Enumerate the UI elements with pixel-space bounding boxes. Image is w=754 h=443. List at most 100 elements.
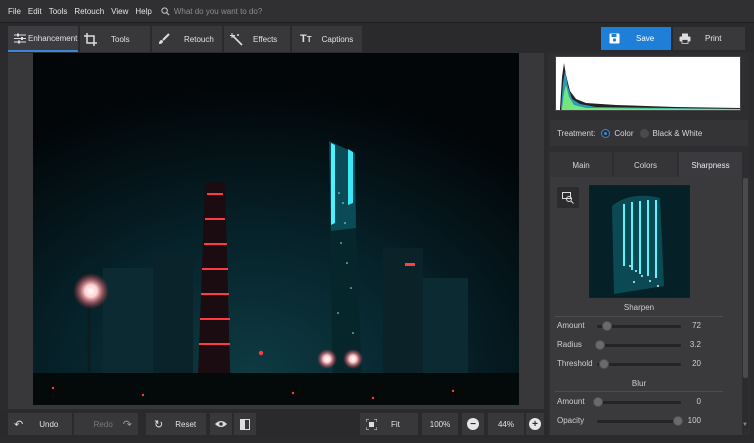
sharpen-amount-handle[interactable] [602, 321, 612, 331]
redo-button[interactable]: Redo ↷ [74, 413, 138, 435]
blur-opacity-slider[interactable]: Opacity 100 [557, 415, 737, 427]
undo-button[interactable]: ↶ Undo [8, 413, 72, 435]
blur-section-title: Blur [631, 379, 647, 388]
sharpen-amount-value: 72 [692, 321, 701, 330]
magic-wand-icon [230, 32, 243, 46]
search-icon [161, 6, 170, 16]
text-icon: TT [300, 33, 312, 45]
brush-icon [159, 33, 170, 44]
sharpen-divider [555, 316, 723, 317]
tab-sharpness[interactable]: Sharpness [679, 152, 742, 178]
tab-effects-label: Effects [253, 34, 278, 44]
treatment-color-radio[interactable] [601, 128, 611, 138]
histogram [555, 56, 741, 111]
undo-icon: ↶ [14, 418, 24, 431]
sharpen-radius-track[interactable] [597, 344, 681, 347]
zoom-level[interactable]: 44% [488, 413, 524, 435]
sharpen-amount-slider[interactable]: Amount 72 [557, 320, 737, 332]
treatment-row: Treatment: Color Black & White [550, 120, 748, 146]
eye-icon [215, 421, 227, 427]
preview-focus-button[interactable] [557, 187, 579, 208]
sliders-icon [14, 33, 26, 43]
tab-main[interactable]: Main [550, 152, 612, 178]
histogram-graph [560, 63, 740, 110]
panel-scrollbar[interactable]: ▼ [742, 178, 748, 428]
blur-amount-label: Amount [557, 397, 585, 406]
toolbar: Enhancement Tools Retouch Effects TT Cap… [0, 22, 754, 52]
preview-toggle-button[interactable] [210, 413, 232, 435]
crop-icon [84, 32, 97, 46]
sharpness-preview [589, 185, 690, 298]
tab-main-label: Main [572, 160, 590, 170]
treatment-label: Treatment: [557, 128, 596, 138]
search-placeholder: What do you want to do? [173, 6, 263, 16]
tab-captions[interactable]: TT Captions [292, 26, 362, 52]
treatment-color-label[interactable]: Color [614, 129, 633, 138]
floppy-disk-icon [609, 33, 620, 44]
blur-opacity-value: 100 [687, 416, 701, 425]
panel-scrollbar-thumb[interactable] [743, 178, 748, 378]
menu-tools[interactable]: Tools [49, 7, 68, 16]
preview-image [590, 186, 689, 297]
sharpen-threshold-slider[interactable]: Threshold 20 [557, 358, 737, 370]
sharpen-threshold-track[interactable] [597, 363, 681, 366]
actual-size-label: 100% [429, 419, 451, 429]
tab-captions-label: Captions [321, 34, 354, 44]
search-box[interactable]: What do you want to do? [161, 6, 263, 16]
blur-amount-slider[interactable]: Amount 0 [557, 396, 737, 408]
fit-button[interactable]: Fit [360, 413, 418, 435]
reset-label: Reset [175, 419, 197, 429]
tab-enhancement[interactable]: Enhancement [8, 26, 78, 52]
sharpen-amount-label: Amount [557, 321, 585, 330]
photo-canvas[interactable] [33, 53, 519, 405]
tab-tools-label: Tools [111, 34, 130, 44]
zoom-out-button[interactable]: − [462, 413, 484, 435]
tab-tools[interactable]: Tools [80, 26, 150, 52]
tab-sharpness-label: Sharpness [691, 160, 730, 170]
actual-size-button[interactable]: 100% [422, 413, 458, 435]
sharpen-threshold-handle[interactable] [599, 359, 609, 369]
treatment-bw-radio[interactable] [639, 128, 649, 138]
blur-divider [555, 391, 723, 392]
sharpen-radius-handle[interactable] [595, 340, 605, 350]
redo-label: Redo [93, 419, 113, 429]
reset-icon: ↻ [154, 418, 164, 431]
menu-help[interactable]: Help [135, 7, 151, 16]
tab-colors-label: Colors [633, 160, 658, 170]
blur-opacity-track[interactable] [597, 420, 681, 423]
printer-icon [679, 33, 691, 44]
compare-button[interactable] [234, 413, 256, 435]
menu-edit[interactable]: Edit [28, 7, 42, 16]
sharpen-radius-label: Radius [557, 340, 582, 349]
reset-button[interactable]: ↻ Reset [146, 413, 206, 435]
magnifier-preview-icon [562, 191, 574, 204]
print-button[interactable]: Print [673, 27, 745, 50]
sharpen-threshold-value: 20 [692, 359, 701, 368]
blur-amount-handle[interactable] [593, 397, 603, 407]
menu-file[interactable]: File [8, 7, 21, 16]
zoom-in-button[interactable]: + [526, 413, 544, 435]
menu-view[interactable]: View [111, 7, 128, 16]
menu-bar: File Edit Tools Retouch View Help What d… [0, 0, 754, 22]
blur-amount-value: 0 [696, 397, 701, 406]
blur-opacity-label: Opacity [557, 416, 585, 425]
treatment-bw-label[interactable]: Black & White [653, 129, 703, 138]
tab-enhancement-label: Enhancement [28, 33, 78, 43]
city-night-photo [33, 53, 519, 405]
blur-amount-track[interactable] [597, 401, 681, 404]
zoom-level-value: 44% [497, 419, 514, 429]
save-button[interactable]: Save [601, 27, 671, 50]
tab-retouch-label: Retouch [184, 34, 214, 44]
sharpen-threshold-label: Threshold [557, 359, 593, 368]
tab-effects[interactable]: Effects [224, 26, 290, 52]
fit-screen-icon [366, 418, 377, 430]
tab-colors[interactable]: Colors [614, 152, 677, 178]
menu-retouch[interactable]: Retouch [74, 7, 104, 16]
tab-retouch[interactable]: Retouch [152, 26, 222, 52]
redo-icon: ↷ [122, 418, 132, 431]
sharpen-radius-value: 3.2 [689, 340, 701, 349]
sharpen-radius-slider[interactable]: Radius 3.2 [557, 339, 737, 351]
compare-icon [240, 418, 250, 430]
scroll-down-icon[interactable]: ▼ [742, 422, 748, 428]
fit-label: Fit [391, 419, 400, 429]
